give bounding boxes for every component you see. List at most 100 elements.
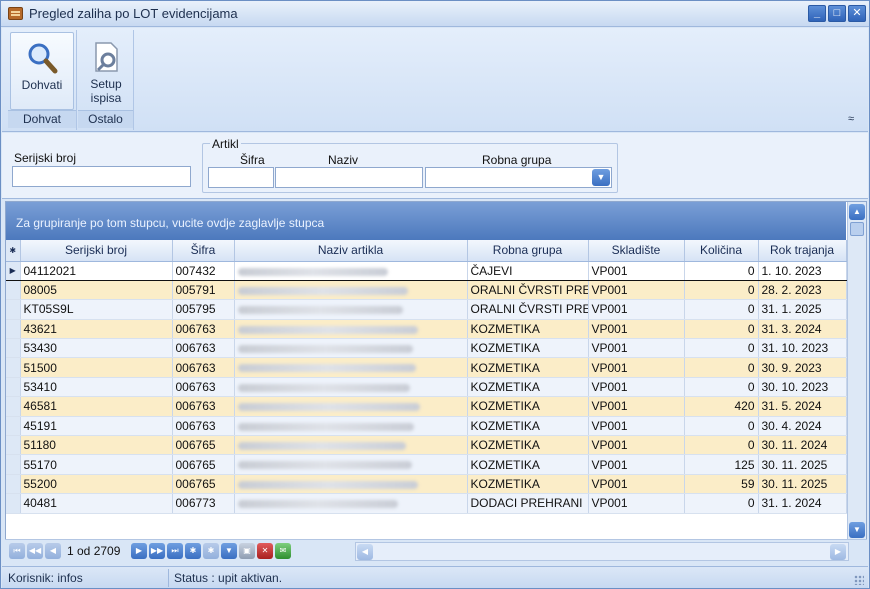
- group-by-panel[interactable]: Za grupiranje po tom stupcu, vucite ovdj…: [6, 202, 846, 240]
- cell-expiry[interactable]: 30. 11. 2024: [758, 435, 847, 456]
- cell-group[interactable]: KOZMETIKA: [467, 357, 589, 378]
- cell-warehouse[interactable]: VP001: [588, 493, 685, 514]
- cell-quantity[interactable]: 0: [684, 357, 759, 378]
- next-page-icon[interactable]: ▶▶: [149, 543, 165, 559]
- cell-group[interactable]: DODACI PREHRANI: [467, 493, 589, 514]
- cell-warehouse[interactable]: VP001: [588, 260, 685, 281]
- cell-serial[interactable]: 55170: [20, 454, 173, 475]
- cell-code[interactable]: 006765: [172, 454, 235, 475]
- cell-code[interactable]: 006763: [172, 319, 235, 340]
- cell-name[interactable]: [234, 377, 468, 398]
- cell-quantity[interactable]: 0: [684, 377, 759, 398]
- cell-expiry[interactable]: 30. 11. 2025: [758, 454, 847, 475]
- cell-serial[interactable]: 08005: [20, 280, 173, 301]
- add-record-icon[interactable]: ✱: [185, 543, 201, 559]
- cell-code[interactable]: 006773: [172, 493, 235, 514]
- cell-group[interactable]: KOZMETIKA: [467, 396, 589, 417]
- cell-expiry[interactable]: 31. 10. 2023: [758, 338, 847, 359]
- cell-warehouse[interactable]: VP001: [588, 474, 685, 495]
- cell-name[interactable]: [234, 454, 468, 475]
- cell-warehouse[interactable]: VP001: [588, 280, 685, 301]
- cell-warehouse[interactable]: VP001: [588, 357, 685, 378]
- cell-warehouse[interactable]: VP001: [588, 435, 685, 456]
- cell-code[interactable]: 006763: [172, 338, 235, 359]
- table-row[interactable]: 55170 006765 KOZMETIKA VP001 125 30. 11. 2025: [6, 454, 847, 475]
- cell-group[interactable]: KOZMETIKA: [467, 319, 589, 340]
- cell-expiry[interactable]: 31. 1. 2024: [758, 493, 847, 514]
- table-row[interactable]: 53410 006763 KOZMETIKA VP001 0 30. 10. 2023: [6, 377, 847, 398]
- fetch-button[interactable]: Dohvati: [10, 32, 74, 110]
- table-row[interactable]: KT05S9L005795 ORALNI ČVRSTI PREPAVP001031…: [6, 299, 847, 320]
- cell-code[interactable]: 007432: [172, 260, 235, 281]
- cell-code[interactable]: 006763: [172, 396, 235, 417]
- cell-code[interactable]: 006765: [172, 435, 235, 456]
- serial-number-input[interactable]: [12, 166, 191, 187]
- product-group-select[interactable]: ▼: [425, 167, 612, 188]
- cell-quantity[interactable]: 0: [684, 416, 759, 437]
- prev-page-icon[interactable]: ◀◀: [27, 543, 43, 559]
- row-selector-header[interactable]: ✱: [6, 240, 21, 262]
- scroll-up-icon[interactable]: ▲: [849, 204, 865, 220]
- close-button[interactable]: ✕: [848, 5, 866, 22]
- cell-name[interactable]: [234, 299, 468, 320]
- cell-serial[interactable]: 04112021: [20, 260, 173, 281]
- table-row[interactable]: 51500 006763 KOZMETIKA VP001 0 30. 9. 2023: [6, 357, 847, 378]
- cell-group[interactable]: ČAJEVI: [467, 260, 589, 281]
- cell-group[interactable]: KOZMETIKA: [467, 435, 589, 456]
- cell-name[interactable]: [234, 435, 468, 456]
- cell-group[interactable]: KOZMETIKA: [467, 338, 589, 359]
- cell-warehouse[interactable]: VP001: [588, 416, 685, 437]
- cell-serial[interactable]: 53410: [20, 377, 173, 398]
- row-indicator[interactable]: ▶: [6, 260, 21, 281]
- cell-group[interactable]: KOZMETIKA: [467, 377, 589, 398]
- column-header-group[interactable]: Robna grupa: [467, 240, 589, 262]
- cell-quantity[interactable]: 0: [684, 493, 759, 514]
- cell-code[interactable]: 005795: [172, 299, 235, 320]
- scroll-down-icon[interactable]: ▼: [849, 522, 865, 538]
- cell-expiry[interactable]: 30. 10. 2023: [758, 377, 847, 398]
- cell-serial[interactable]: 45191: [20, 416, 173, 437]
- column-header-code[interactable]: Šifra: [172, 240, 235, 262]
- filter-icon[interactable]: ▼: [221, 543, 237, 559]
- cell-name[interactable]: [234, 260, 468, 281]
- column-header-serial[interactable]: Serijski broj: [20, 240, 173, 262]
- cell-serial[interactable]: 51180: [20, 435, 173, 456]
- cell-serial[interactable]: 46581: [20, 396, 173, 417]
- first-page-icon[interactable]: ⏮: [9, 543, 25, 559]
- cell-quantity[interactable]: 0: [684, 280, 759, 301]
- cell-quantity[interactable]: 0: [684, 299, 759, 320]
- cell-code[interactable]: 006765: [172, 474, 235, 495]
- cell-expiry[interactable]: 30. 11. 2025: [758, 474, 847, 495]
- cell-serial[interactable]: KT05S9L: [20, 299, 173, 320]
- table-row[interactable]: 55200 006765 KOZMETIKA VP001 59 30. 11. 2025: [6, 474, 847, 495]
- next-record-icon[interactable]: ▶: [131, 543, 147, 559]
- title-bar[interactable]: Pregled zaliha po LOT evidencijama _ □ ✕: [1, 1, 869, 27]
- cell-group[interactable]: KOZMETIKA: [467, 454, 589, 475]
- prev-record-icon[interactable]: ◀: [45, 543, 61, 559]
- cell-name[interactable]: [234, 357, 468, 378]
- cell-serial[interactable]: 43621: [20, 319, 173, 340]
- insert-record-icon[interactable]: ✱: [203, 543, 219, 559]
- cell-expiry[interactable]: 31. 3. 2024: [758, 319, 847, 340]
- cell-name[interactable]: [234, 338, 468, 359]
- cell-expiry[interactable]: 31. 1. 2025: [758, 299, 847, 320]
- minimize-button[interactable]: _: [808, 5, 826, 22]
- table-row[interactable]: 45191 006763 KOZMETIKA VP001 0 30. 4. 2024: [6, 416, 847, 437]
- cell-code[interactable]: 005791: [172, 280, 235, 301]
- cell-code[interactable]: 006763: [172, 416, 235, 437]
- cell-expiry[interactable]: 30. 9. 2023: [758, 357, 847, 378]
- delete-icon[interactable]: ✕: [257, 543, 273, 559]
- row-indicator[interactable]: [6, 377, 21, 398]
- row-indicator[interactable]: [6, 435, 21, 456]
- cell-expiry[interactable]: 30. 4. 2024: [758, 416, 847, 437]
- cell-code[interactable]: 006763: [172, 357, 235, 378]
- row-indicator[interactable]: [6, 299, 21, 320]
- row-indicator[interactable]: [6, 396, 21, 417]
- save-icon[interactable]: ▣: [239, 543, 255, 559]
- row-indicator[interactable]: [6, 357, 21, 378]
- cell-warehouse[interactable]: VP001: [588, 338, 685, 359]
- column-header-expiry[interactable]: Rok trajanja: [758, 240, 847, 262]
- cell-warehouse[interactable]: VP001: [588, 319, 685, 340]
- cell-quantity[interactable]: 59: [684, 474, 759, 495]
- cell-group[interactable]: ORALNI ČVRSTI PREPA: [467, 299, 589, 320]
